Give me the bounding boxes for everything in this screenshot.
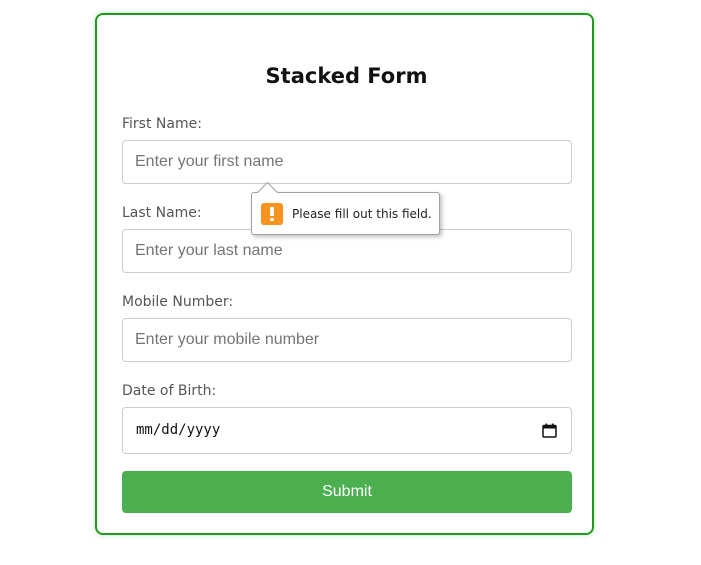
submit-button[interactable]: Submit (122, 471, 572, 513)
last-name-label: Last Name: (122, 205, 202, 221)
validation-message: Please fill out this field. (292, 207, 432, 221)
first-name-label: First Name: (122, 116, 202, 132)
validation-tooltip: Please fill out this field. (251, 181, 440, 235)
last-name-input[interactable] (122, 229, 572, 273)
form-title: Stacked Form (265, 64, 428, 88)
mobile-number-input[interactable] (122, 318, 572, 362)
form-card: Stacked Form First Name: Last Name: Mobi… (95, 13, 594, 535)
warning-icon (261, 203, 283, 225)
date-of-birth-label: Date of Birth: (122, 383, 217, 399)
date-placeholder: mm/dd/yyyy (136, 422, 221, 438)
calendar-icon[interactable] (542, 423, 557, 438)
first-name-input[interactable] (122, 140, 572, 184)
date-of-birth-input[interactable]: mm/dd/yyyy (122, 407, 572, 454)
mobile-number-label: Mobile Number: (122, 294, 234, 310)
